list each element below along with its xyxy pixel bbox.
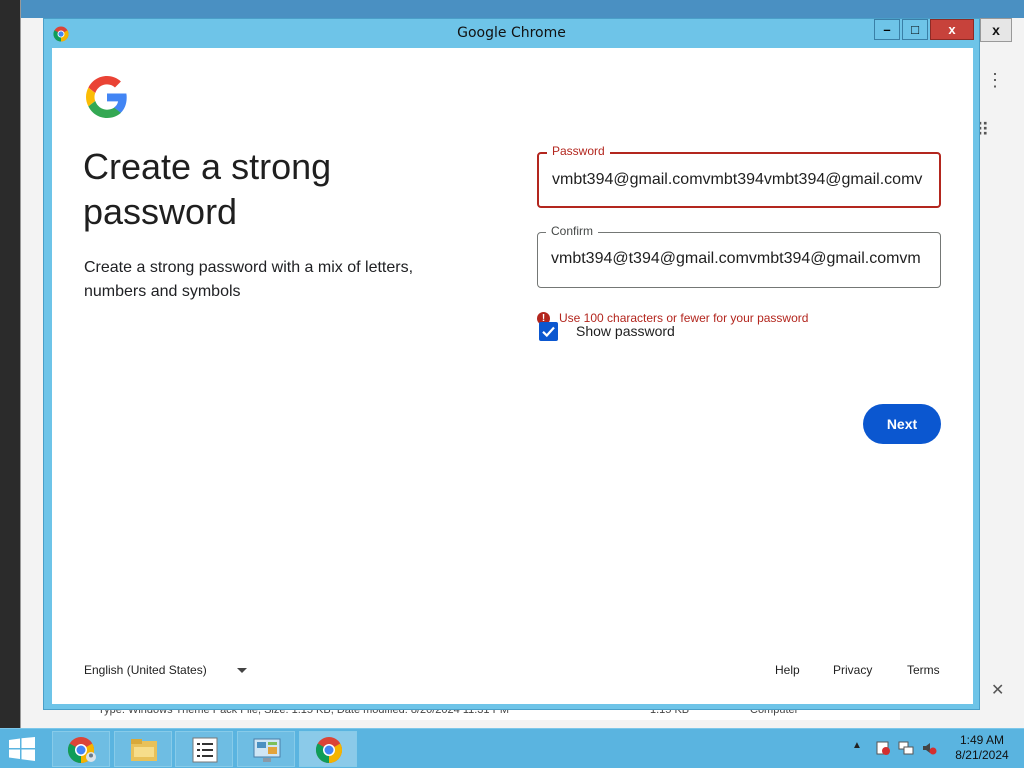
language-label: English (United States) — [84, 663, 207, 677]
next-button[interactable]: Next — [863, 404, 941, 444]
terms-link[interactable]: Terms — [907, 663, 940, 677]
taskbar-file-explorer[interactable] — [114, 731, 172, 767]
background-window-titlebar — [21, 0, 1024, 18]
chrome-user-icon — [67, 737, 96, 764]
more-menu-icon: ⋮ — [986, 70, 1004, 90]
taskbar-chrome-profile[interactable] — [52, 731, 110, 767]
taskbar-chrome[interactable] — [299, 731, 357, 767]
language-selector[interactable]: English (United States) — [84, 663, 247, 677]
chrome-icon — [315, 737, 343, 764]
volume-muted-icon[interactable] — [921, 740, 937, 756]
tray-expand-icon[interactable]: ▲ — [852, 740, 862, 751]
clock-time: 1:49 AM — [959, 733, 1005, 747]
clock-date: 8/21/2024 — [955, 748, 1009, 762]
show-password-label[interactable]: Show password — [576, 323, 675, 339]
outer-close-button[interactable]: x — [980, 18, 1012, 42]
google-logo — [86, 76, 127, 118]
taskbar-task-list[interactable] — [175, 731, 233, 767]
chrome-window: Google Chrome – □ x Create a strong pass… — [43, 18, 980, 710]
action-center-icon[interactable] — [875, 740, 891, 756]
window-title: Google Chrome — [457, 25, 566, 41]
dropdown-caret-icon — [236, 667, 247, 673]
confirm-input[interactable]: vmbt394@t394@gmail.comvmbt394@gmail.comv… — [551, 250, 926, 268]
password-input[interactable]: vmbt394@gmail.comvmbt394vmbt394@gmail.co… — [552, 171, 925, 189]
privacy-link[interactable]: Privacy — [833, 663, 872, 677]
password-label: Password — [547, 144, 610, 158]
close-button[interactable]: x — [930, 19, 974, 40]
confirm-password-field[interactable]: Confirm vmbt394@t394@gmail.comvmbt394@gm… — [537, 224, 941, 288]
page-content: Create a strong password Create a strong… — [52, 48, 973, 704]
system-clock[interactable]: 1:49 AM 8/21/2024 — [950, 733, 1014, 763]
background-close-icon[interactable]: ✕ — [991, 680, 1004, 700]
help-link[interactable]: Help — [775, 663, 800, 677]
windows-start-icon[interactable] — [8, 737, 36, 761]
folder-icon — [131, 739, 157, 761]
list-icon — [192, 737, 218, 763]
minimize-button[interactable]: – — [874, 19, 900, 40]
network-icon[interactable] — [898, 740, 914, 756]
control-panel-icon — [253, 738, 281, 762]
confirm-label: Confirm — [546, 224, 599, 238]
page-title: Create a strong password — [83, 146, 332, 232]
taskbar: ▲ 1:49 AM 8/21/2024 — [0, 728, 1024, 768]
password-field[interactable]: Password vmbt394@gmail.comvmbt394vmbt394… — [537, 144, 941, 208]
show-password-checkbox[interactable] — [539, 322, 558, 341]
title-bar[interactable]: Google Chrome – □ x — [44, 19, 979, 47]
taskbar-control-panel[interactable] — [237, 731, 295, 767]
page-description: Create a strong password with a mix of l… — [84, 259, 414, 300]
checkmark-icon — [542, 326, 555, 338]
maximize-button[interactable]: □ — [902, 19, 928, 40]
